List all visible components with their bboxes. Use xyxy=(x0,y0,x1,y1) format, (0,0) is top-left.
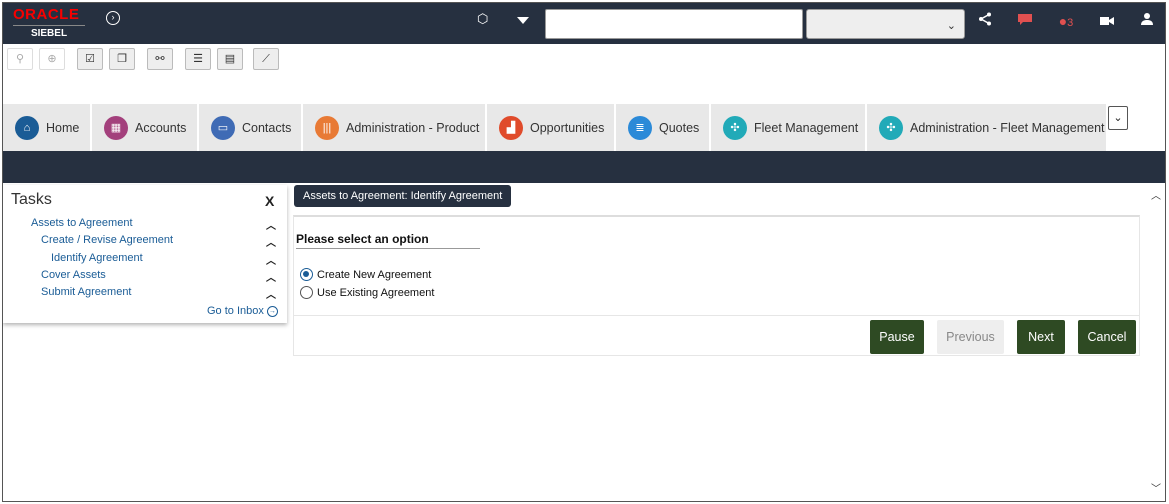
logo-siebel-text: SIEBEL xyxy=(13,25,85,39)
radio-button[interactable] xyxy=(300,286,313,299)
option-create-new-agreement[interactable]: Create New Agreement xyxy=(300,268,431,281)
tab-label: Home xyxy=(46,120,80,135)
chart-icon[interactable]: ⟋ xyxy=(253,48,279,70)
tab-label: Administration - Fleet Management xyxy=(910,120,1105,135)
search-dropdown-icon[interactable] xyxy=(517,17,529,24)
option-use-existing-agreement[interactable]: Use Existing Agreement xyxy=(300,286,434,299)
chart-icon: ▟ xyxy=(499,115,523,140)
task-assets-to-agreement[interactable]: Assets to Agreement xyxy=(31,217,133,229)
query-icon[interactable]: ⚲ xyxy=(7,48,33,70)
scroll-up-icon[interactable]: ︿ xyxy=(1151,187,1161,202)
cancel-button[interactable]: Cancel xyxy=(1078,320,1136,354)
list-icon[interactable]: ☰ xyxy=(185,48,211,70)
chevron-down-icon: ⌄ xyxy=(946,20,956,32)
fleet-icon: ✣ xyxy=(723,115,747,140)
toolbar: ⚲ ⊕ ☑ ❐ ⚯ ☰ ▤ ⟋ xyxy=(3,44,1165,76)
tab-home[interactable]: ⌂ Home xyxy=(3,104,91,151)
more-tabs-button[interactable]: ⌄ xyxy=(1108,106,1128,130)
scroll-down-icon[interactable]: ﹀ xyxy=(1151,480,1161,495)
vertical-scrollbar[interactable]: ︿ ﹀ xyxy=(1148,183,1165,501)
arrow-circle-right-icon: → xyxy=(266,305,278,317)
link-icon[interactable]: ⚯ xyxy=(147,48,173,70)
go-icon[interactable]: ⊕ xyxy=(39,48,65,70)
close-tasks-button[interactable]: X xyxy=(265,193,274,209)
document-icon: ≣ xyxy=(628,115,652,140)
oracle-siebel-logo[interactable]: ORACLE SIEBEL xyxy=(13,7,99,41)
tab-label: Administration - Product xyxy=(346,120,480,135)
notifications-button[interactable]: ●3 xyxy=(1051,9,1081,33)
chevron-up-icon[interactable]: ︿ xyxy=(266,286,276,301)
barcode-icon: ||| xyxy=(315,115,339,140)
go-to-inbox-link[interactable]: Go to Inbox → xyxy=(207,305,278,317)
checklist-icon[interactable]: ☑ xyxy=(77,48,103,70)
screen-tabs: ⌂ Home ▦ Accounts ▭ Contacts ||| Adminis… xyxy=(3,102,1165,151)
user-profile-icon[interactable] xyxy=(1137,9,1157,33)
tab-label: Opportunities xyxy=(530,120,605,135)
chevron-up-icon[interactable]: ︿ xyxy=(266,252,276,267)
option-prompt: Please select an option xyxy=(296,232,480,249)
chevron-up-icon[interactable]: ︿ xyxy=(266,234,276,249)
home-icon: ⌂ xyxy=(15,115,39,140)
contact-card-icon: ▭ xyxy=(211,115,235,140)
option-label: Create New Agreement xyxy=(317,268,432,281)
option-label: Use Existing Agreement xyxy=(317,286,435,299)
chat-icon[interactable] xyxy=(1014,9,1036,33)
task-step-panel: Please select an option Create New Agree… xyxy=(293,215,1140,356)
tab-label: Fleet Management xyxy=(754,120,859,135)
chevron-up-icon[interactable]: ︿ xyxy=(266,217,276,232)
tab-administration-product[interactable]: ||| Administration - Product xyxy=(303,104,486,151)
next-button[interactable]: Next xyxy=(1017,320,1065,354)
task-breadcrumb: Assets to Agreement: Identify Agreement xyxy=(294,185,512,207)
fleet-admin-icon: ✣ xyxy=(879,115,903,140)
search-input[interactable] xyxy=(545,9,803,39)
go-to-inbox-label: Go to Inbox xyxy=(207,305,264,317)
tab-opportunities[interactable]: ▟ Opportunities xyxy=(487,104,615,151)
search-category-select[interactable]: ⌄ xyxy=(806,9,965,39)
building-icon: ▦ xyxy=(104,115,128,140)
task-submit-agreement[interactable]: Submit Agreement xyxy=(41,286,132,298)
copy-icon[interactable]: ❐ xyxy=(109,48,135,70)
top-bar: ORACLE SIEBEL › ⬡ ⌄ ●3 xyxy=(3,3,1165,44)
cube-icon[interactable]: ⬡ xyxy=(477,11,488,27)
chevron-up-icon[interactable]: ︿ xyxy=(266,269,276,284)
logo-oracle-text: ORACLE xyxy=(13,6,80,23)
video-icon[interactable] xyxy=(1097,9,1117,33)
pause-button[interactable]: Pause xyxy=(870,320,924,354)
tasks-title: Tasks xyxy=(11,191,52,208)
task-identify-agreement[interactable]: Identify Agreement xyxy=(51,252,143,264)
tab-fleet-management[interactable]: ✣ Fleet Management xyxy=(711,104,866,151)
tab-label: Accounts xyxy=(135,120,187,135)
notification-count: 3 xyxy=(1067,17,1074,29)
notification-bubble-icon: ● xyxy=(1058,13,1068,29)
previous-button[interactable]: Previous xyxy=(937,320,1004,354)
tab-accounts[interactable]: ▦ Accounts xyxy=(92,104,198,151)
tab-label: Contacts xyxy=(242,120,292,135)
clipboard-icon[interactable]: ▤ xyxy=(217,48,243,70)
app-window: ORACLE SIEBEL › ⬡ ⌄ ●3 ⚲ ⊕ ☑ ❐ ⚯ ☰ ▤ ⟋ ⌂… xyxy=(2,2,1166,502)
view-navigation-bar xyxy=(3,151,1165,183)
task-create-revise-agreement[interactable]: Create / Revise Agreement xyxy=(41,234,173,246)
button-bar: Pause Previous Next Cancel xyxy=(294,315,1139,357)
app-menu-icon[interactable]: › xyxy=(106,11,120,25)
tasks-pane: Tasks X Assets to Agreement ︿ Create / R… xyxy=(3,185,287,323)
tab-quotes[interactable]: ≣ Quotes xyxy=(616,104,710,151)
tab-administration-fleet-management[interactable]: ✣ Administration - Fleet Management xyxy=(867,104,1107,151)
radio-button-selected[interactable] xyxy=(300,268,313,281)
tab-label: Quotes xyxy=(659,120,700,135)
task-cover-assets[interactable]: Cover Assets xyxy=(41,269,106,281)
share-icon[interactable] xyxy=(975,9,995,33)
tab-contacts[interactable]: ▭ Contacts xyxy=(199,104,302,151)
